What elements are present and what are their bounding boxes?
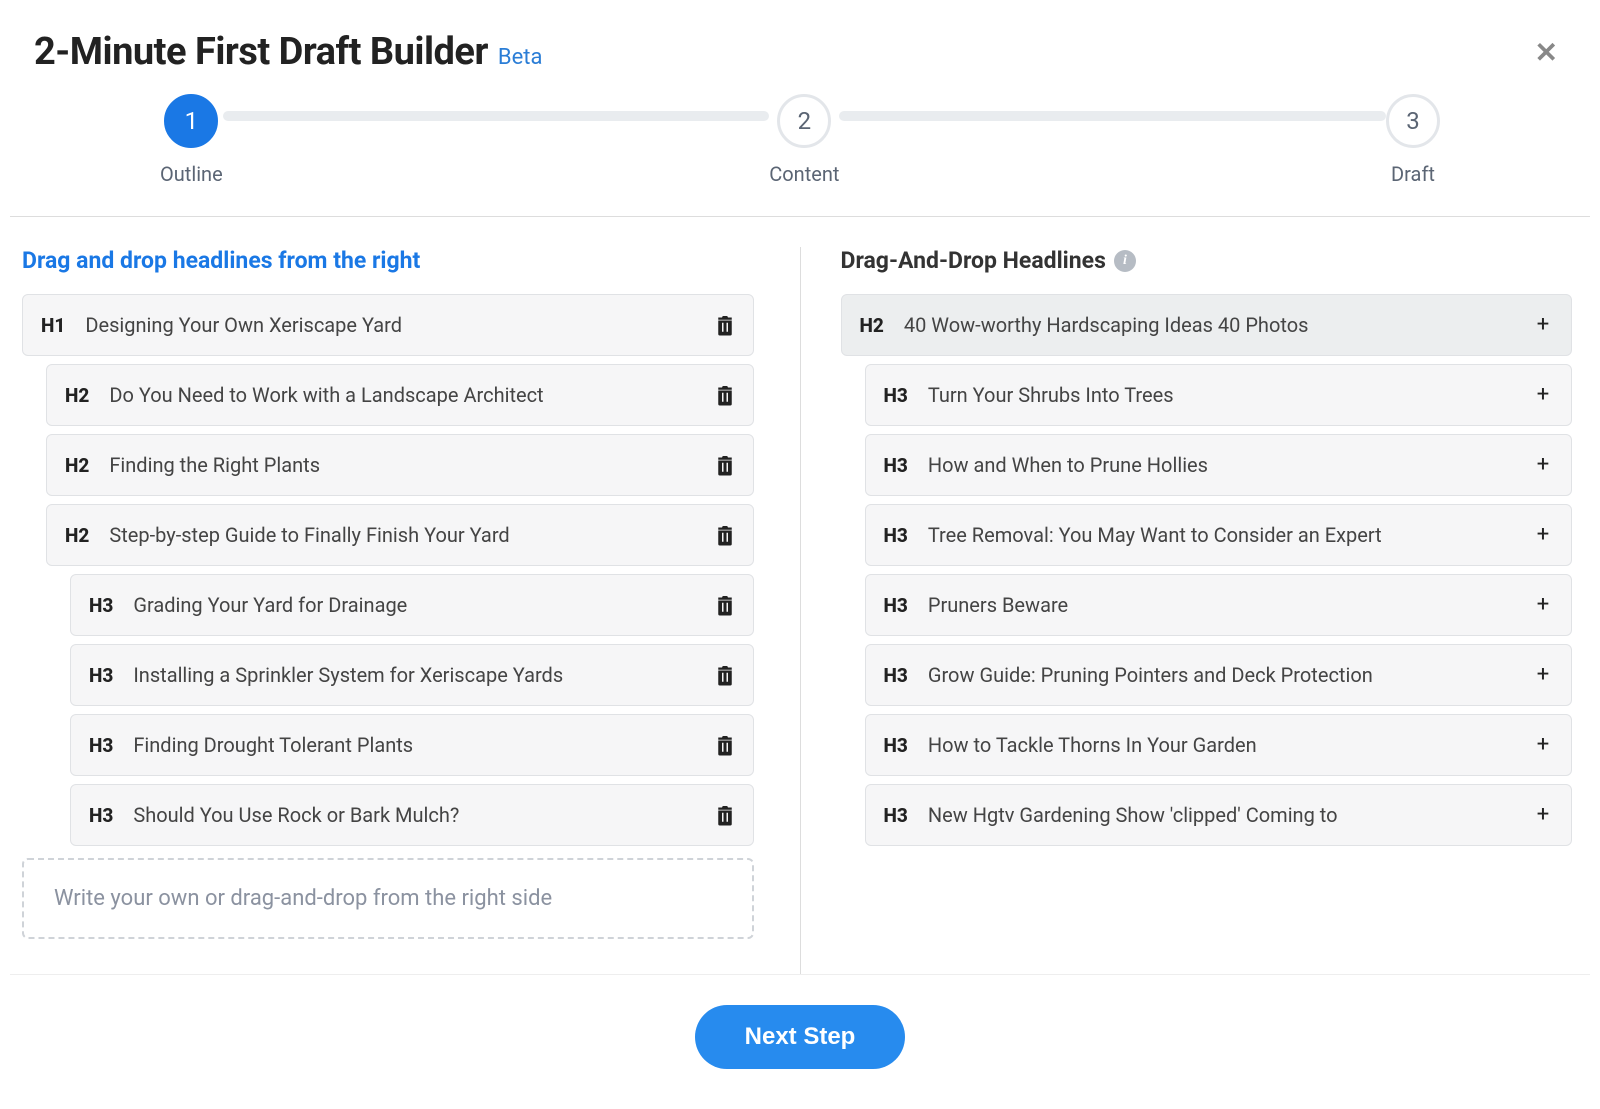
outline-row-text: Grading Your Yard for Drainage xyxy=(133,589,714,621)
panels: Drag and drop headlines from the right H… xyxy=(10,247,1590,974)
heading-level-tag: H2 xyxy=(65,524,89,547)
headline-row-text: 40 Wow-worthy Hardscaping Ideas 40 Photo… xyxy=(904,309,1533,341)
trash-icon[interactable] xyxy=(715,454,735,476)
outline-scroll-area[interactable]: H1 Designing Your Own Xeriscape Yard H2 Do … xyxy=(22,294,760,974)
headline-row-text: How to Tackle Thorns In Your Garden xyxy=(928,729,1533,761)
outline-row-text: Step-by-step Guide to Finally Finish You… xyxy=(109,519,714,551)
plus-icon[interactable]: + xyxy=(1533,734,1553,756)
heading-level-tag: H3 xyxy=(884,734,908,757)
close-icon[interactable]: ✕ xyxy=(1527,36,1566,69)
step-label: Content xyxy=(769,162,839,186)
outline-row[interactable]: H3 Grading Your Yard for Drainage xyxy=(70,574,754,636)
trash-icon[interactable] xyxy=(715,734,735,756)
outline-row[interactable]: H2 Do You Need to Work with a Landscape A… xyxy=(46,364,754,426)
heading-level-tag: H3 xyxy=(884,594,908,617)
outline-row[interactable]: H3 Installing a Sprinkler System for Xeri… xyxy=(70,644,754,706)
trash-icon[interactable] xyxy=(715,384,735,406)
step-outline[interactable]: 1 Outline xyxy=(160,94,223,186)
footer: Next Step xyxy=(10,974,1590,1099)
header: 2-Minute First Draft Builder Beta ✕ xyxy=(10,0,1590,94)
next-step-button[interactable]: Next Step xyxy=(695,1005,906,1069)
plus-icon[interactable]: + xyxy=(1533,314,1553,336)
stepper: 1 Outline 2 Content 3 Draft xyxy=(10,94,1590,206)
headlines-panel: Drag-And-Drop Headlines i H2 40 Wow-worth… xyxy=(800,247,1579,974)
trash-icon[interactable] xyxy=(715,314,735,336)
plus-icon[interactable]: + xyxy=(1533,524,1553,546)
headline-row-text: Grow Guide: Pruning Pointers and Deck Pr… xyxy=(928,659,1533,691)
outline-row[interactable]: H3 Should You Use Rock or Bark Mulch? xyxy=(70,784,754,846)
outline-row[interactable]: H3 Finding Drought Tolerant Plants xyxy=(70,714,754,776)
headline-row[interactable]: H3 Tree Removal: You May Want to Consider… xyxy=(865,504,1573,566)
trash-icon[interactable] xyxy=(715,524,735,546)
headline-row[interactable]: H3 How to Tackle Thorns In Your Garden+ xyxy=(865,714,1573,776)
headline-row[interactable]: H3 New Hgtv Gardening Show 'clipped' Comi… xyxy=(865,784,1573,846)
step-connector xyxy=(839,111,1386,121)
step-label: Outline xyxy=(160,162,223,186)
outline-row-text: Finding the Right Plants xyxy=(109,449,714,481)
step-content[interactable]: 2 Content xyxy=(769,94,839,186)
step-circle: 2 xyxy=(777,94,831,148)
plus-icon[interactable]: + xyxy=(1533,454,1553,476)
heading-level-tag: H3 xyxy=(884,804,908,827)
page-title: 2-Minute First Draft Builder xyxy=(34,30,488,74)
headline-row-text: Pruners Beware xyxy=(928,589,1533,621)
headline-row-text: How and When to Prune Hollies xyxy=(928,449,1533,481)
outline-panel: Drag and drop headlines from the right H… xyxy=(22,247,800,974)
headline-row-text: Turn Your Shrubs Into Trees xyxy=(928,379,1533,411)
heading-level-tag: H2 xyxy=(860,314,884,337)
info-icon[interactable]: i xyxy=(1114,250,1136,272)
trash-icon[interactable] xyxy=(715,804,735,826)
trash-icon[interactable] xyxy=(715,664,735,686)
heading-level-tag: H2 xyxy=(65,454,89,477)
plus-icon[interactable]: + xyxy=(1533,664,1553,686)
step-circle: 3 xyxy=(1386,94,1440,148)
step-connector xyxy=(223,111,770,121)
heading-level-tag: H2 xyxy=(65,384,89,407)
header-title-group: 2-Minute First Draft Builder Beta xyxy=(34,30,542,74)
heading-level-tag: H3 xyxy=(89,804,113,827)
trash-icon[interactable] xyxy=(715,594,735,616)
write-your-own-input[interactable]: Write your own or drag-and-drop from the… xyxy=(22,858,754,939)
heading-level-tag: H3 xyxy=(884,524,908,547)
outline-row-text: Finding Drought Tolerant Plants xyxy=(133,729,714,761)
heading-level-tag: H3 xyxy=(884,384,908,407)
heading-level-tag: H3 xyxy=(89,664,113,687)
outline-row-text: Do You Need to Work with a Landscape Arc… xyxy=(109,379,714,411)
outline-row[interactable]: H2 Step-by-step Guide to Finally Finish Y… xyxy=(46,504,754,566)
headlines-heading-text: Drag-And-Drop Headlines xyxy=(841,247,1106,274)
app-container: 2-Minute First Draft Builder Beta ✕ 1 Ou… xyxy=(0,0,1600,1109)
heading-level-tag: H3 xyxy=(89,734,113,757)
plus-icon[interactable]: + xyxy=(1533,594,1553,616)
outline-row-text: Should You Use Rock or Bark Mulch? xyxy=(133,799,714,831)
plus-icon[interactable]: + xyxy=(1533,384,1553,406)
headline-row[interactable]: H3 Pruners Beware+ xyxy=(865,574,1573,636)
headlines-panel-heading: Drag-And-Drop Headlines i xyxy=(841,247,1579,274)
heading-level-tag: H1 xyxy=(41,314,65,337)
headline-row-text: New Hgtv Gardening Show 'clipped' Coming… xyxy=(928,799,1533,831)
header-divider xyxy=(10,216,1590,217)
outline-row[interactable]: H1 Designing Your Own Xeriscape Yard xyxy=(22,294,754,356)
headline-row[interactable]: H3 How and When to Prune Hollies+ xyxy=(865,434,1573,496)
outline-row[interactable]: H2 Finding the Right Plants xyxy=(46,434,754,496)
headline-row-text: Tree Removal: You May Want to Consider a… xyxy=(928,519,1533,551)
step-draft[interactable]: 3 Draft xyxy=(1386,94,1440,186)
headlines-scroll-area[interactable]: H2 40 Wow-worthy Hardscaping Ideas 40 Pho… xyxy=(841,294,1579,974)
heading-level-tag: H3 xyxy=(884,664,908,687)
headline-row[interactable]: H2 40 Wow-worthy Hardscaping Ideas 40 Pho… xyxy=(841,294,1573,356)
heading-level-tag: H3 xyxy=(89,594,113,617)
outline-row-text: Installing a Sprinkler System for Xerisc… xyxy=(133,659,714,691)
headline-row[interactable]: H3 Turn Your Shrubs Into Trees+ xyxy=(865,364,1573,426)
beta-badge: Beta xyxy=(498,45,543,70)
outline-row-text: Designing Your Own Xeriscape Yard xyxy=(85,309,714,341)
step-label: Draft xyxy=(1391,162,1435,186)
outline-panel-heading: Drag and drop headlines from the right xyxy=(22,247,760,274)
step-circle: 1 xyxy=(164,94,218,148)
plus-icon[interactable]: + xyxy=(1533,804,1553,826)
headline-row[interactable]: H3 Grow Guide: Pruning Pointers and Deck … xyxy=(865,644,1573,706)
heading-level-tag: H3 xyxy=(884,454,908,477)
